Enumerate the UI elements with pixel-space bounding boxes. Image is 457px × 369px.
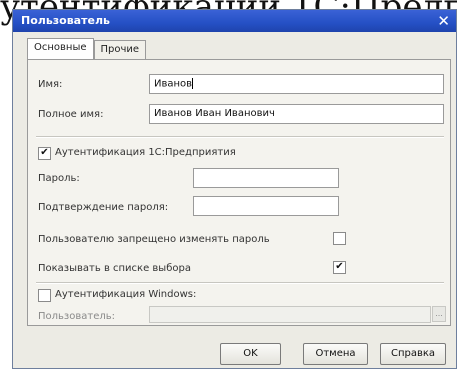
confirm-password-field[interactable] xyxy=(193,196,339,216)
close-icon[interactable]: ✕ xyxy=(437,10,450,32)
tab-other[interactable]: Прочие xyxy=(93,40,147,61)
forbid-change-label: Пользователю запрещено изменять пароль xyxy=(38,234,270,245)
auth-windows-label: Аутентификация Windows: xyxy=(55,289,197,300)
separator-line xyxy=(36,282,444,284)
ok-button[interactable]: OK xyxy=(220,343,281,365)
name-field[interactable]: Иванов xyxy=(149,74,444,94)
fullname-label: Полное имя: xyxy=(38,109,104,120)
dialog-titlebar: Пользователь ✕ xyxy=(13,10,456,32)
windows-user-label: Пользователь: xyxy=(38,311,116,322)
name-label: Имя: xyxy=(38,79,63,90)
auth-1c-label: Аутентификация 1С:Предприятия xyxy=(55,147,236,158)
auth-1c-checkbox[interactable]: ✔ xyxy=(38,147,51,160)
show-in-list-label: Показывать в списке выбора xyxy=(38,263,191,274)
tab-strip: Основные Прочие xyxy=(27,38,147,61)
tab-main[interactable]: Основные xyxy=(27,38,94,61)
dialog-title: Пользователь xyxy=(21,14,110,27)
auth-windows-checkbox[interactable] xyxy=(38,289,51,302)
fullname-field[interactable]: Иванов Иван Иванович xyxy=(149,104,444,124)
name-value: Иванов xyxy=(154,78,193,90)
forbid-change-checkbox[interactable] xyxy=(333,232,346,245)
password-label: Пароль: xyxy=(38,173,80,184)
help-button[interactable]: Справка xyxy=(380,343,446,365)
separator-line xyxy=(36,136,444,138)
tab-panel-main: Имя: Иванов Полное имя: Иванов Иван Иван… xyxy=(27,59,451,326)
user-dialog: Пользователь ✕ Основные Прочие Имя: Иван… xyxy=(12,9,457,369)
show-in-list-checkbox[interactable]: ✔ xyxy=(333,261,346,274)
text-caret xyxy=(192,78,194,89)
confirm-password-label: Подтверждение пароля: xyxy=(38,202,169,213)
password-field[interactable] xyxy=(193,168,339,188)
windows-user-field[interactable] xyxy=(149,306,431,323)
select-user-button[interactable]: ... xyxy=(432,306,446,322)
cancel-button[interactable]: Отмена xyxy=(303,343,368,365)
